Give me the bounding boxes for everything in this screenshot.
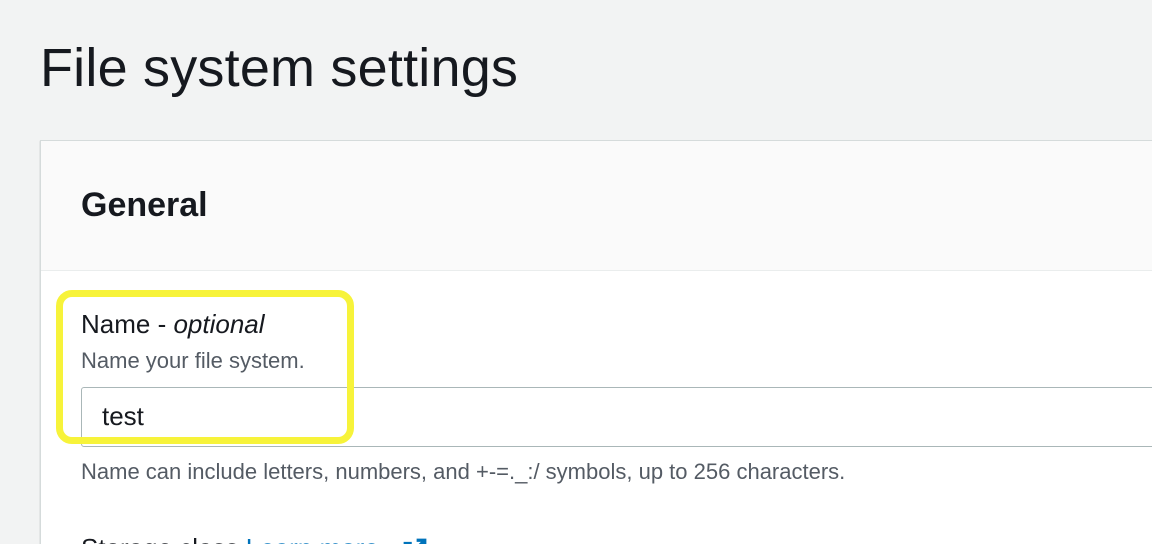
general-section-title: General [81, 186, 208, 224]
name-field-constraint: Name can include letters, numbers, and +… [81, 458, 846, 484]
name-field: Name - optional Name your file system. N… [81, 309, 1152, 485]
external-link-icon[interactable] [402, 537, 428, 544]
container-header: General [41, 141, 1152, 271]
name-field-description: Name your file system. [81, 348, 305, 374]
name-label-text: Name - [81, 309, 174, 339]
learn-more-link[interactable]: Learn more [246, 533, 379, 544]
storage-class-field-label: Storage class Learn more [81, 533, 428, 544]
name-field-label: Name - optional [81, 309, 1152, 340]
page-title: File system settings [40, 38, 519, 98]
storage-class-label: Storage class [81, 533, 239, 544]
name-input[interactable] [81, 386, 1152, 447]
general-container: General Name - optional Name your file s… [40, 140, 1152, 544]
name-label-optional: optional [173, 309, 265, 339]
